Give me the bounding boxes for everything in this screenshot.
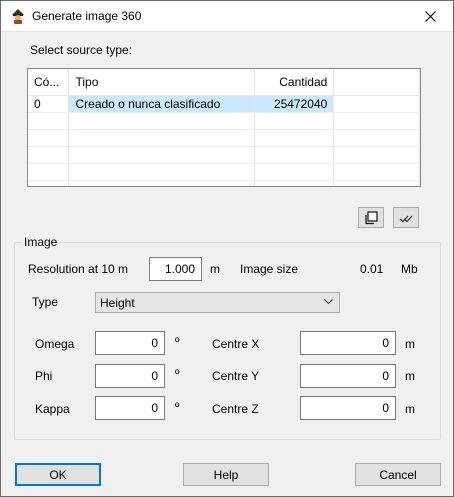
copy-icon [365, 210, 378, 224]
source-type-grid[interactable]: Có... Tipo Cantidad 0 Creado o nunca cla… [27, 68, 421, 187]
centre-y-input[interactable]: 0 [300, 364, 396, 388]
cell-type: Creado o nunca clasificado [68, 95, 256, 113]
kappa-unit: º [175, 400, 180, 414]
centre-z-unit: m [405, 402, 415, 416]
checkmark-icon [399, 215, 413, 222]
column-header-empty [333, 69, 420, 96]
window-title: Generate image 360 [32, 9, 142, 23]
cell-count: 25472040 [254, 95, 335, 113]
table-row [28, 112, 420, 130]
copy-button[interactable] [358, 207, 384, 228]
centre-x-input[interactable]: 0 [300, 331, 396, 355]
centre-y-label: Centre Y [212, 369, 260, 383]
centre-x-unit: m [405, 337, 415, 351]
column-header-code[interactable]: Có... [28, 69, 70, 96]
kappa-input[interactable]: 0 [95, 396, 165, 420]
close-button[interactable] [407, 1, 453, 32]
phi-input[interactable]: 0 [95, 364, 165, 388]
dialog-window: Generate image 360 Select source type: C… [0, 0, 454, 497]
source-type-label: Select source type: [30, 43, 133, 57]
omega-label: Omega [35, 337, 75, 351]
title-bar: Generate image 360 [1, 1, 453, 32]
omega-unit: º [175, 335, 180, 349]
image-size-label: Image size [240, 262, 299, 276]
cancel-button[interactable]: Cancel [355, 463, 441, 486]
image-size-value: 0.01 [360, 262, 384, 276]
resolution-label: Resolution at 10 m [28, 262, 129, 276]
phi-unit: º [175, 367, 180, 381]
chevron-down-icon [324, 299, 333, 305]
image-size-unit: Mb [401, 262, 418, 276]
kappa-label: Kappa [35, 402, 70, 416]
table-row [28, 163, 420, 181]
image-group-label: Image [21, 235, 61, 249]
column-header-count[interactable]: Cantidad [254, 69, 335, 96]
help-button[interactable]: Help [183, 463, 269, 486]
centre-z-input[interactable]: 0 [300, 396, 396, 420]
resolution-unit: m [210, 262, 220, 276]
ok-button[interactable]: OK [15, 463, 101, 486]
type-select-value: Height [100, 296, 135, 310]
table-row[interactable]: 0 Creado o nunca clasificado 25472040 [28, 95, 420, 113]
centre-y-unit: m [405, 369, 415, 383]
app-icon [12, 9, 24, 24]
table-row [28, 146, 420, 164]
type-label: Type [32, 295, 59, 309]
select-all-button[interactable] [393, 207, 419, 228]
phi-label: Phi [35, 369, 53, 383]
close-icon [424, 11, 436, 22]
table-row [28, 180, 420, 186]
centre-x-label: Centre X [212, 337, 260, 351]
resolution-input[interactable]: 1.000 [149, 257, 202, 281]
table-row [28, 129, 420, 147]
omega-input[interactable]: 0 [95, 331, 165, 355]
centre-z-label: Centre Z [212, 402, 259, 416]
column-header-type[interactable]: Tipo [68, 69, 256, 96]
cell-code: 0 [28, 95, 70, 113]
type-select[interactable]: Height [95, 292, 340, 313]
